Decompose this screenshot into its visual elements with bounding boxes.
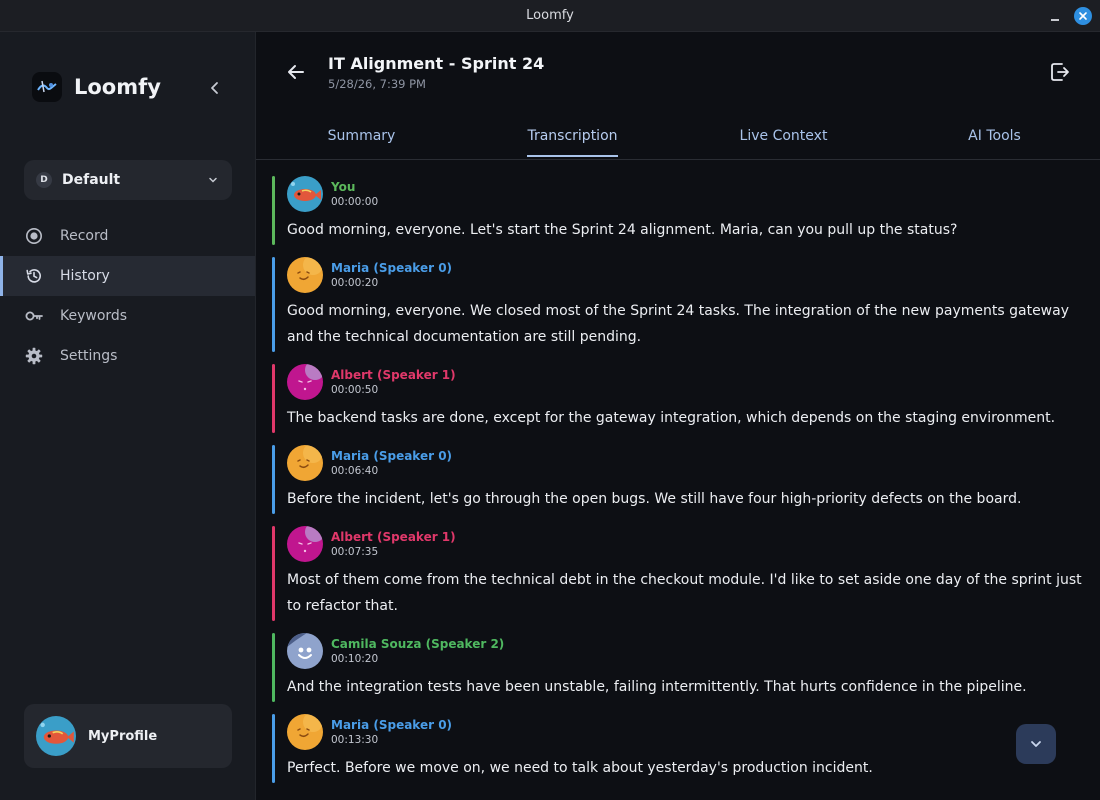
sidebar-item-label: History — [60, 268, 110, 284]
avatar — [287, 176, 323, 212]
meeting-date: 5/28/26, 7:39 PM — [328, 77, 426, 91]
speaker-color-bar — [272, 714, 275, 783]
timestamp: 00:00:50 — [331, 383, 379, 396]
tab-transcription[interactable]: Transcription — [467, 120, 678, 160]
workspace-badge: D — [36, 172, 52, 188]
timestamp: 00:00:00 — [331, 195, 379, 208]
sidebar-item-label: Record — [60, 228, 109, 244]
speaker-color-bar — [272, 176, 275, 245]
transcript-entry: Maria (Speaker 0) 00:13:30 Perfect. Before… — [272, 714, 1084, 783]
speaker-color-bar — [272, 364, 275, 433]
record-icon — [24, 226, 44, 246]
sidebar-item-settings[interactable]: Settings — [0, 336, 255, 376]
transcript-entry: Albert (Speaker 1) 00:00:50 The backend ta… — [272, 364, 1084, 433]
sidebar-nav: Record History Keywords Settings — [0, 216, 255, 376]
export-button[interactable] — [1048, 60, 1072, 84]
speaker-name: Albert (Speaker 1) — [331, 529, 456, 544]
transcript-entry: Maria (Speaker 0) 00:00:20 Good morning, e… — [272, 257, 1084, 352]
scroll-to-bottom-button[interactable] — [1016, 724, 1056, 764]
timestamp: 00:10:20 — [331, 652, 379, 665]
utterance-text: Good morning, everyone. Let's start the … — [287, 222, 958, 238]
collapse-sidebar-button[interactable] — [205, 78, 225, 98]
speaker-color-bar — [272, 257, 275, 352]
tab-live-context[interactable]: Live Context — [678, 120, 889, 160]
speaker-name: Maria (Speaker 0) — [331, 448, 453, 463]
speaker-name: Albert (Speaker 1) — [331, 367, 456, 382]
meeting-header: IT Alignment - Sprint 24 5/28/26, 7:39 P… — [256, 32, 1100, 160]
key-icon — [24, 306, 44, 326]
sidebar-item-history[interactable]: History — [0, 256, 255, 296]
window-title: Loomfy — [526, 8, 574, 23]
transcript-list: You 00:00:00 Good morning, everyone. Let's… — [256, 161, 1100, 800]
transcript-entry: You 00:00:00 Good morning, everyone. Let's… — [272, 176, 1084, 245]
workspace-selector[interactable]: D Default — [24, 160, 232, 200]
speaker-name: Camila Souza (Speaker 2) — [331, 636, 505, 651]
speaker-color-bar — [272, 526, 275, 621]
avatar — [287, 714, 323, 750]
profile-card[interactable]: MyProfile — [24, 704, 232, 768]
timestamp: 00:06:40 — [331, 464, 379, 477]
avatar — [287, 526, 323, 562]
logo-icon — [32, 72, 62, 102]
sidebar-item-keywords[interactable]: Keywords — [0, 296, 255, 336]
avatar — [287, 445, 323, 481]
minimize-button[interactable] — [1046, 7, 1064, 25]
sidebar-item-label: Settings — [60, 348, 118, 364]
avatar — [287, 633, 323, 669]
close-button[interactable] — [1074, 7, 1092, 25]
tab-summary[interactable]: Summary — [256, 120, 467, 160]
speaker-color-bar — [272, 633, 275, 702]
chevron-left-icon — [211, 82, 218, 94]
sidebar: Loomfy D Default Record History Keywords… — [0, 32, 256, 800]
utterance-text: Perfect. Before we move on, we need to t… — [287, 760, 873, 776]
close-icon — [1079, 12, 1087, 20]
timestamp: 00:07:35 — [331, 545, 379, 558]
utterance-text: Most of them come from the technical deb… — [287, 572, 1082, 614]
utterance-text: The backend tasks are done, except for t… — [287, 410, 1056, 426]
avatar — [287, 364, 323, 400]
brand: Loomfy — [32, 72, 161, 102]
avatar — [36, 716, 76, 756]
speaker-name: Maria (Speaker 0) — [331, 260, 453, 275]
back-button[interactable] — [284, 60, 308, 84]
gear-icon — [24, 346, 44, 366]
window-titlebar: Loomfy — [0, 0, 1100, 32]
utterance-text: Before the incident, let's go through th… — [287, 491, 1022, 507]
transcript-entry: Albert (Speaker 1) 00:07:35 Most of them c… — [272, 526, 1084, 621]
export-icon — [1051, 63, 1069, 81]
speaker-color-bar — [272, 445, 275, 514]
tab-bar: Summary Transcription Live Context AI To… — [256, 120, 1100, 160]
history-icon — [24, 266, 44, 286]
chevron-down-icon — [209, 177, 217, 183]
sidebar-item-record[interactable]: Record — [0, 216, 255, 256]
avatar — [287, 257, 323, 293]
timestamp: 00:00:20 — [331, 276, 379, 289]
chevron-down-icon — [1031, 741, 1041, 747]
speaker-name: Maria (Speaker 0) — [331, 717, 453, 732]
profile-name: MyProfile — [88, 728, 158, 744]
main-panel: IT Alignment - Sprint 24 5/28/26, 7:39 P… — [256, 32, 1100, 800]
utterance-text: And the integration tests have been unst… — [287, 679, 1027, 695]
sidebar-item-label: Keywords — [60, 308, 128, 324]
transcript-entry: Camila Souza (Speaker 2) 00:10:20 And the … — [272, 633, 1084, 702]
page-title: IT Alignment - Sprint 24 — [328, 54, 545, 73]
speaker-name: You — [331, 179, 356, 194]
brand-name: Loomfy — [74, 75, 161, 99]
utterance-text: Good morning, everyone. We closed most o… — [287, 303, 1069, 345]
arrow-left-icon — [288, 65, 304, 79]
timestamp: 00:13:30 — [331, 733, 379, 746]
transcript-entry: Maria (Speaker 0) 00:06:40 Before the inci… — [272, 445, 1084, 514]
workspace-name: Default — [62, 172, 121, 188]
tab-ai-tools[interactable]: AI Tools — [889, 120, 1100, 160]
